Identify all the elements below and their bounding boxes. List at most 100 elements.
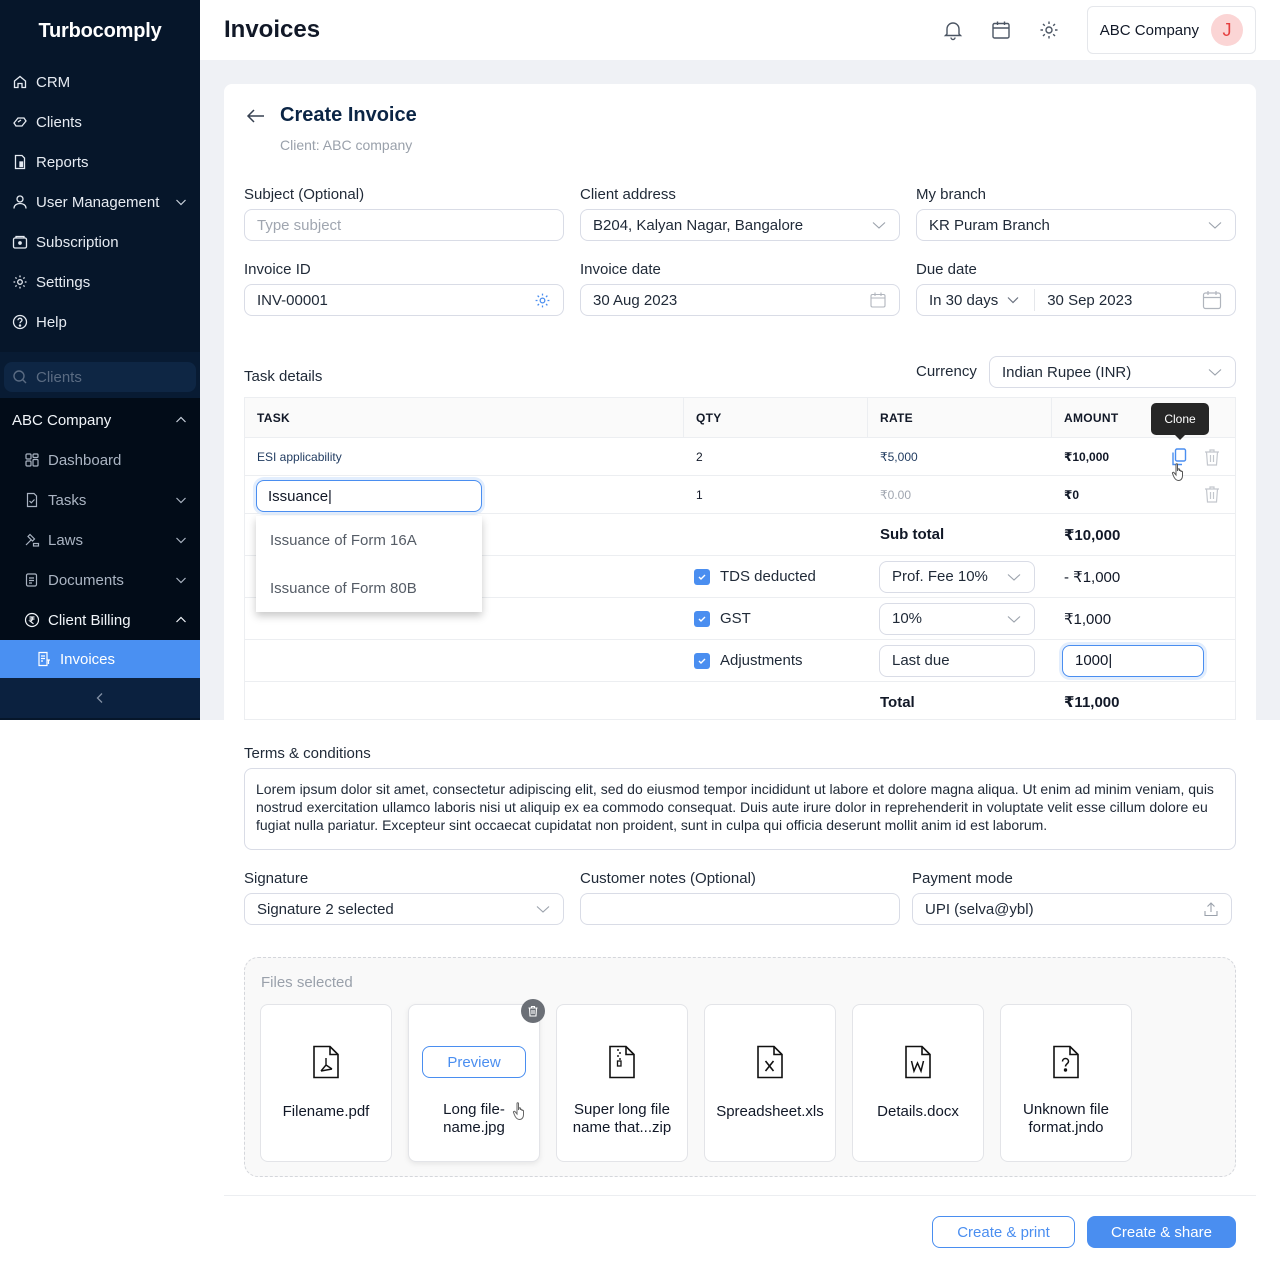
chevron-down-icon	[176, 497, 186, 504]
subject-placeholder: Type subject	[257, 216, 342, 234]
sidebar-item-reports[interactable]: Reports	[0, 142, 200, 182]
unknown-file-icon	[1053, 1045, 1079, 1079]
home-icon	[12, 74, 28, 90]
collapse-sidebar-button[interactable]	[0, 678, 200, 718]
calendar-icon[interactable]	[1201, 289, 1223, 311]
page-title: Invoices	[224, 16, 321, 43]
sidebar: Turbocomply CRM Clients Reports User Man…	[0, 0, 200, 720]
subscription-icon	[12, 234, 28, 250]
sidebar-item-subscription[interactable]: Subscription	[0, 222, 200, 262]
adjustments-row: Adjustments Last due 1000|	[245, 640, 1235, 682]
back-arrow-icon[interactable]	[244, 104, 268, 128]
tds-checkbox-group[interactable]: TDS deducted	[682, 556, 868, 597]
adjustments-checkbox[interactable]	[694, 652, 710, 669]
calendar-icon[interactable]	[869, 291, 887, 309]
gst-option-select[interactable]: 10%	[879, 602, 1035, 635]
task-rate[interactable]: ₹0.00	[868, 476, 1052, 513]
company-toggle[interactable]: ABC Company	[0, 400, 200, 440]
task-qty[interactable]: 2	[684, 438, 868, 475]
delete-row-icon[interactable]	[1202, 484, 1222, 507]
invoice-id-settings-icon[interactable]	[534, 292, 551, 309]
file-card[interactable]: Unknown file format.jndo	[1000, 1004, 1132, 1162]
invoice-id-input[interactable]: INV-00001	[244, 284, 564, 316]
branch-select[interactable]: KR Puram Branch	[916, 209, 1236, 241]
sidebar-item-label: Tasks	[48, 491, 87, 509]
brand-logo: Turbocomply	[38, 19, 162, 42]
preview-button[interactable]: Preview	[422, 1046, 526, 1078]
suggestion-item[interactable]: Issuance of Form 80B	[256, 564, 482, 612]
file-card[interactable]: Super long file name that...zip	[556, 1004, 688, 1162]
suggestion-item[interactable]: Issuance of Form 16A	[256, 516, 482, 564]
adjustments-note-value: Last due	[892, 652, 950, 669]
task-name-input[interactable]: Issuance|	[256, 480, 482, 512]
sidebar-item-laws[interactable]: Laws	[0, 520, 200, 560]
sidebar-item-client-billing[interactable]: Client Billing	[0, 600, 200, 640]
search-placeholder: Clients	[36, 368, 82, 386]
currency-value: Indian Rupee (INR)	[1002, 363, 1132, 381]
invoice-id-value: INV-00001	[257, 291, 328, 309]
signature-select[interactable]: Signature 2 selected	[244, 893, 564, 925]
sidebar-item-label: Client Billing	[48, 611, 131, 629]
form-title: Create Invoice	[280, 104, 417, 126]
tasks-icon	[26, 492, 38, 508]
sidebar-item-tasks[interactable]: Tasks	[0, 480, 200, 520]
create-print-button[interactable]: Create & print	[932, 1216, 1075, 1248]
client-address-select[interactable]: B204, Kalyan Nagar, Bangalore	[580, 209, 900, 241]
sidebar-item-crm[interactable]: CRM	[0, 62, 200, 102]
tds-checkbox[interactable]	[694, 568, 710, 585]
tds-option-value: Prof. Fee 10%	[892, 568, 988, 585]
adjustments-checkbox-group[interactable]: Adjustments	[682, 640, 868, 681]
file-card[interactable]: Filename.pdf	[260, 1004, 392, 1162]
file-card[interactable]: Preview Long file-name.jpg	[408, 999, 545, 1162]
notification-bell-icon[interactable]	[941, 18, 965, 42]
task-amount: ₹0	[1064, 487, 1080, 502]
files-label: Files selected	[261, 974, 353, 991]
files-dropzone[interactable]: Files selected Filename.pdf Preview Long…	[244, 957, 1236, 1177]
sidebar-item-invoices[interactable]: Invoices	[0, 640, 200, 678]
sidebar-item-clients[interactable]: Clients	[0, 102, 200, 142]
task-qty[interactable]: 1	[684, 476, 868, 513]
gst-checkbox-group[interactable]: GST	[682, 598, 868, 639]
sidebar-item-dashboard[interactable]: Dashboard	[0, 440, 200, 480]
sidebar-item-user-management[interactable]: User Management	[0, 182, 200, 222]
sidebar-search-wrap: Clients	[0, 352, 200, 398]
tds-option-select[interactable]: Prof. Fee 10%	[879, 560, 1035, 593]
account-switcher[interactable]: ABC Company J	[1086, 6, 1256, 54]
file-card[interactable]: Spreadsheet.xls	[704, 1004, 836, 1162]
settings-gear-icon[interactable]	[1037, 18, 1061, 42]
delete-row-icon[interactable]	[1202, 447, 1222, 470]
column-header-rate: RATE	[868, 398, 1052, 437]
due-date-value[interactable]: 30 Sep 2023	[1047, 292, 1132, 309]
sidebar-search-input[interactable]: Clients	[4, 362, 196, 392]
file-card[interactable]: Details.docx	[852, 1004, 984, 1162]
create-share-button[interactable]: Create & share	[1087, 1216, 1236, 1248]
adjustments-note-wrap: Last due	[868, 644, 1052, 677]
upload-icon[interactable]	[1203, 900, 1219, 918]
terms-textarea[interactable]: Lorem ipsum dolor sit amet, consectetur …	[244, 768, 1236, 850]
task-rate[interactable]: ₹5,000	[868, 438, 1052, 475]
report-icon	[12, 154, 28, 170]
sidebar-item-label: Settings	[36, 273, 91, 291]
delete-file-icon[interactable]	[521, 999, 545, 1023]
customer-notes-input[interactable]	[580, 893, 900, 925]
sidebar-item-documents[interactable]: Documents	[0, 560, 200, 600]
payment-mode-input[interactable]: UPI (selva@ybl)	[912, 893, 1232, 925]
gst-label: GST	[720, 610, 751, 627]
sidebar-item-label: CRM	[36, 73, 71, 91]
zip-file-icon	[609, 1045, 635, 1079]
task-name[interactable]: ESI applicability	[245, 438, 684, 475]
invoice-date-input[interactable]: 30 Aug 2023	[580, 284, 900, 316]
due-term-select[interactable]: In 30 days	[929, 292, 998, 309]
sidebar-item-label: User Management	[36, 193, 160, 211]
calendar-icon[interactable]	[989, 18, 1013, 42]
adjustments-value-wrap: 1000|	[1052, 644, 1235, 677]
sidebar-item-help[interactable]: Help	[0, 302, 200, 342]
sidebar-item-settings[interactable]: Settings	[0, 262, 200, 302]
gst-checkbox[interactable]	[694, 610, 710, 627]
currency-select[interactable]: Indian Rupee (INR)	[989, 356, 1236, 388]
adjustments-value-input[interactable]: 1000|	[1062, 644, 1204, 677]
subject-input[interactable]: Type subject	[244, 209, 564, 241]
dashboard-icon	[25, 453, 39, 467]
client-address-label: Client address	[580, 186, 676, 203]
adjustments-note-input[interactable]: Last due	[879, 644, 1035, 677]
